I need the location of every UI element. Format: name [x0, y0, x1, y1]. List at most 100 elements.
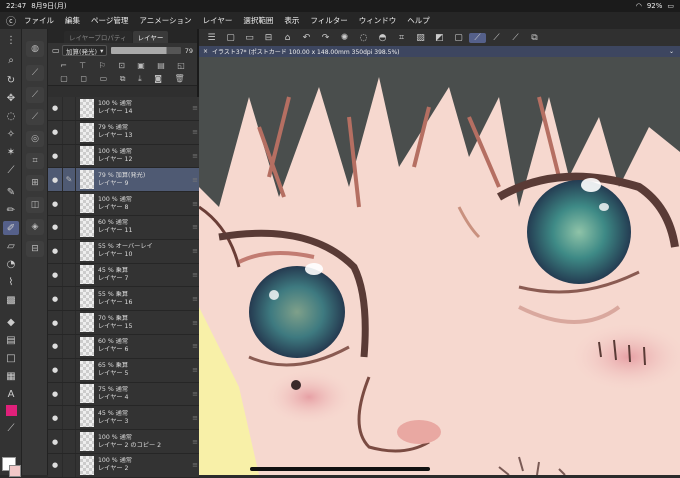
brush-setting-icon[interactable]: ⟋ [488, 33, 505, 43]
layer-row[interactable]: ● 100 % 通常 レイヤー 14 ≡ [48, 97, 199, 121]
drag-handle-icon[interactable]: ≡ [191, 104, 199, 112]
move-icon[interactable]: ✥ [3, 91, 19, 105]
layer-row[interactable]: ● 100 % 通常 レイヤー 2 のコピー 2 ≡ [48, 430, 199, 454]
hamburger-icon[interactable]: ☰ [203, 33, 220, 43]
clip-icon[interactable]: ⌐ [60, 61, 67, 70]
lock-alpha-icon[interactable]: ▣ [137, 61, 145, 70]
drag-handle-icon[interactable]: ≡ [191, 342, 199, 350]
layer-row[interactable]: ● 45 % 通常 レイヤー 3 ≡ [48, 406, 199, 431]
clear-icon[interactable]: ◌ [355, 33, 372, 43]
lock-toggle-icon[interactable] [62, 334, 76, 358]
drag-handle-icon[interactable]: ≡ [191, 414, 199, 422]
lock-toggle-icon[interactable] [62, 120, 76, 144]
layer-row[interactable]: ● 100 % 通常 レイヤー 8 ≡ [48, 192, 199, 216]
subtool-b-icon[interactable]: ⟋ [26, 65, 44, 81]
menu-layer[interactable]: レイヤー [203, 15, 233, 26]
eye-icon[interactable]: ● [48, 247, 62, 255]
layer-row[interactable]: ● 70 % 乗算 レイヤー 15 ≡ [48, 311, 199, 335]
drag-handle-icon[interactable]: ≡ [191, 152, 199, 160]
drawing-canvas[interactable] [199, 57, 680, 475]
eye-icon[interactable]: ● [48, 223, 62, 231]
lock-toggle-icon[interactable] [62, 453, 76, 477]
eye-icon[interactable]: ● [48, 342, 62, 350]
text-icon[interactable]: A [3, 387, 19, 401]
ruler-icon[interactable]: ◱ [177, 61, 185, 70]
lock-toggle-icon[interactable] [62, 311, 76, 334]
draft-icon[interactable]: ⚐ [99, 61, 106, 70]
drag-handle-icon[interactable]: ≡ [191, 366, 199, 374]
eye-icon[interactable]: ● [48, 104, 62, 112]
sub-color-chip[interactable] [9, 465, 21, 477]
eye-icon[interactable]: ● [48, 461, 62, 469]
undo-icon[interactable]: ↶ [298, 33, 315, 43]
blend-mode-select[interactable]: 加算(発光) ▾ [62, 45, 108, 56]
loading-icon[interactable]: ✺ [336, 33, 353, 43]
selection-icon[interactable]: ▢ [450, 33, 467, 43]
opacity-slider[interactable] [111, 47, 181, 54]
menu-file[interactable]: ファイル [24, 15, 54, 26]
auto-select-icon[interactable]: ✧ [3, 127, 19, 141]
decoration-icon[interactable]: ▩ [3, 293, 19, 307]
zoom-icon[interactable]: ⌕ [3, 53, 19, 67]
merge-icon[interactable]: ⤓ [138, 74, 142, 84]
ref-icon[interactable]: ⊤ [79, 61, 86, 70]
opacity-value[interactable]: 79 [185, 47, 193, 55]
drag-handle-icon[interactable]: ≡ [191, 247, 199, 255]
tab-layer[interactable]: レイヤー [132, 31, 169, 43]
eye-icon[interactable]: ● [48, 128, 62, 136]
color-swatch-icon[interactable] [3, 403, 19, 417]
shape-icon[interactable]: □ [3, 351, 19, 365]
lock-toggle-icon[interactable] [62, 97, 76, 120]
eye-icon[interactable]: ● [48, 271, 62, 279]
menu-handle-icon[interactable]: ⋮ [3, 33, 19, 47]
drag-handle-icon[interactable]: ≡ [191, 295, 199, 303]
eye-icon[interactable]: ● [48, 295, 62, 303]
eye-icon[interactable]: ● [48, 390, 62, 398]
rotate-icon[interactable]: ↻ [3, 73, 19, 87]
chevron-down-icon[interactable]: ⌄ [669, 48, 674, 55]
airbrush-icon[interactable]: ⌇ [3, 275, 19, 289]
new-raster-icon[interactable]: ▢ [60, 74, 68, 83]
redo-icon[interactable]: ↷ [317, 33, 334, 43]
subtool-g-icon[interactable]: ⊞ [26, 175, 44, 191]
menu-page[interactable]: ページ管理 [91, 15, 128, 26]
drag-handle-icon[interactable]: ≡ [191, 128, 199, 136]
eye-icon[interactable]: ● [48, 319, 62, 327]
eye-icon[interactable]: ● [48, 152, 62, 160]
lock-toggle-icon[interactable] [62, 406, 76, 430]
layer-row[interactable]: ● 60 % 通常 レイヤー 6 ≡ [48, 334, 199, 359]
lock-toggle-icon[interactable] [62, 144, 76, 168]
layer-color-icon[interactable]: ▭ [52, 46, 62, 55]
fill-layer-icon[interactable]: ◓ [374, 33, 391, 43]
pen-icon[interactable]: ✎ [3, 185, 19, 199]
subtool-c-icon[interactable]: ⟋ [26, 87, 44, 103]
invert-icon[interactable]: ◩ [431, 33, 448, 43]
copy-icon[interactable]: ⧉ [120, 74, 126, 84]
eye-icon[interactable]: ● [48, 176, 62, 184]
lasso-icon[interactable]: ◌ [3, 109, 19, 123]
correction-icon[interactable]: ⟋ [3, 421, 19, 435]
menu-window[interactable]: ウィンドウ [359, 15, 397, 26]
deselect-icon[interactable]: ▨ [412, 33, 429, 43]
layer-row[interactable]: ● 75 % 通常 レイヤー 4 ≡ [48, 382, 199, 407]
eye-icon[interactable]: ● [48, 414, 62, 422]
save-icon[interactable]: ⊟ [260, 33, 277, 43]
lock-toggle-icon[interactable] [62, 192, 76, 215]
crop-icon[interactable]: ⌗ [393, 33, 410, 43]
layer-row[interactable]: ● 100 % 通常 レイヤー 12 ≡ [48, 144, 199, 169]
share-icon[interactable]: ⌂ [279, 33, 296, 43]
drag-handle-icon[interactable]: ≡ [191, 271, 199, 279]
drag-handle-icon[interactable]: ≡ [191, 319, 199, 327]
menu-edit[interactable]: 編集 [65, 15, 80, 26]
subtool-f-icon[interactable]: ⌗ [26, 153, 44, 169]
menu-filter[interactable]: フィルター [310, 15, 347, 26]
layer-setting-icon[interactable]: ⧉ [526, 33, 543, 43]
drag-handle-icon[interactable]: ≡ [191, 200, 199, 208]
subtool-h-icon[interactable]: ◫ [26, 197, 44, 213]
lock-icon[interactable]: ⊡ [118, 61, 125, 70]
drag-handle-icon[interactable]: ≡ [191, 223, 199, 231]
eraser-icon[interactable]: ▱ [3, 239, 19, 253]
app-logo-icon[interactable]: ⓒ [4, 15, 18, 28]
new-vector-icon[interactable]: ◻ [80, 74, 87, 83]
mask-icon[interactable]: ▤ [157, 61, 165, 70]
